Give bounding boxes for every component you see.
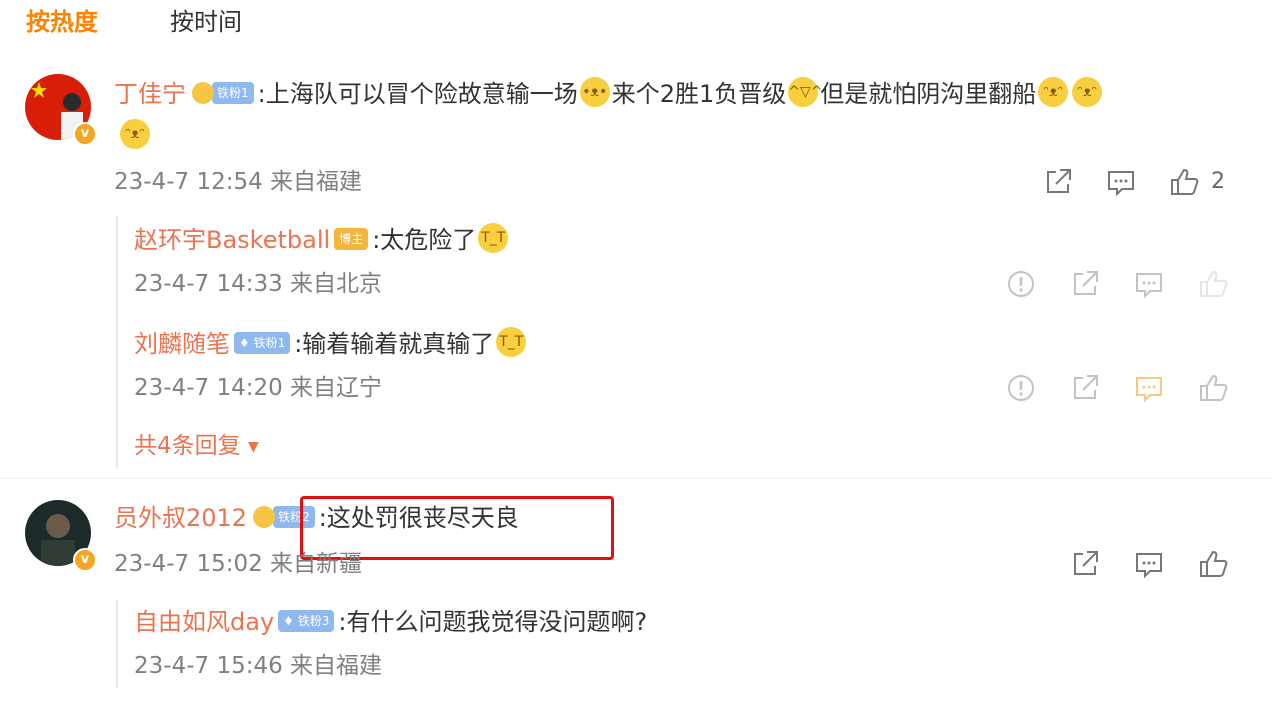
share-icon[interactable] [1069, 268, 1101, 300]
doge-emoji-icon: ᵔᴥᵔ [1072, 77, 1103, 107]
comment-meta: 23-4-7 12:54 来自福建 [114, 169, 363, 195]
like-icon[interactable] [1168, 166, 1200, 198]
username[interactable]: 丁佳宁 [114, 80, 186, 108]
like-count: 2 [1211, 169, 1225, 194]
comment-1-content: 丁佳宁 铁粉1:上海队可以冒个险故意输一场 •ᴥ• 来个2胜1负晋级 ^▽^但是就怕阴沟… [114, 76, 1104, 112]
fan-badge: 铁粉1 [212, 82, 254, 104]
username[interactable]: 赵环宇Basketball [134, 226, 330, 254]
reply-2-content: 刘麟随笔 ♦ 铁粉1:输着输着就真输了 T_T [134, 326, 528, 362]
report-icon[interactable] [1005, 268, 1037, 300]
comment-icon[interactable] [1133, 548, 1165, 580]
cat-emoji-icon: •ᴥ• [579, 77, 610, 107]
report-icon[interactable] [1005, 372, 1037, 404]
doge-emoji-icon: ᵔᴥᵔ [120, 119, 150, 149]
username[interactable]: 刘麟随笔 [134, 330, 230, 358]
blogger-badge: 博主 [334, 228, 369, 250]
comment-text: :上海队可以冒个险故意输一场 [257, 80, 578, 108]
comment-icon[interactable] [1133, 372, 1165, 404]
laugh-emoji-icon: ^▽^ [788, 77, 823, 107]
reply-text: :有什么问题我觉得没问题啊? [338, 608, 648, 636]
reply-meta: 23-4-7 15:46 来自福建 [134, 653, 383, 679]
like-icon[interactable] [1197, 372, 1229, 404]
tab-by-time[interactable]: 按时间 [170, 4, 242, 40]
reply-text: :太危险了 [372, 226, 477, 254]
crown-icon [253, 506, 276, 528]
more-replies-link[interactable]: 共4条回复 ▼ [134, 430, 259, 465]
like-icon[interactable] [1197, 548, 1229, 580]
fan-badge: ♦ 铁粉1 [234, 332, 291, 354]
more-replies-label: 共4条回复 [134, 433, 241, 459]
share-icon[interactable] [1069, 372, 1101, 404]
verified-badge-icon: v [73, 548, 97, 572]
reply-meta: 23-4-7 14:33 来自北京 [134, 271, 383, 297]
fan-badge-label: 铁粉1 [253, 336, 286, 350]
username[interactable]: 员外叔2012 [114, 504, 247, 532]
comment-meta: 23-4-7 15:02 来自新疆 [114, 551, 363, 577]
comment-text: 来个2胜1负晋级 [611, 80, 787, 108]
reply-meta: 23-4-7 14:20 来自辽宁 [134, 375, 383, 401]
reply-3-content: 自由如风day ♦ 铁粉3:有什么问题我觉得没问题啊? [134, 604, 647, 640]
doge-emoji-icon: ᵔᴥᵔ [1038, 77, 1069, 107]
fan-badge: ♦ 铁粉3 [278, 610, 335, 632]
share-icon[interactable] [1042, 166, 1074, 198]
reply-text: :输着输着就真输了 [294, 330, 495, 358]
cry-emoji-icon: T_T [496, 327, 527, 357]
comment-text: 但是就怕阴沟里翻船 [820, 80, 1037, 108]
comment-separator [0, 478, 1272, 479]
fan-badge-label: 铁粉3 [297, 614, 330, 628]
comment-icon[interactable] [1105, 166, 1137, 198]
tab-by-popularity[interactable]: 按热度 [26, 4, 98, 40]
verified-badge-icon: v [73, 122, 97, 146]
reply-divider [116, 600, 120, 688]
caret-down-icon: ▼ [247, 439, 259, 455]
like-icon[interactable] [1197, 268, 1229, 300]
reply-divider [116, 216, 120, 468]
crown-icon [192, 82, 214, 104]
username[interactable]: 自由如风day [134, 608, 274, 636]
reply-1-content: 赵环宇Basketball 博主:太危险了 T_T [134, 222, 510, 258]
comment-icon[interactable] [1133, 268, 1165, 300]
cry-emoji-icon: T_T [478, 223, 509, 253]
share-icon[interactable] [1069, 548, 1101, 580]
